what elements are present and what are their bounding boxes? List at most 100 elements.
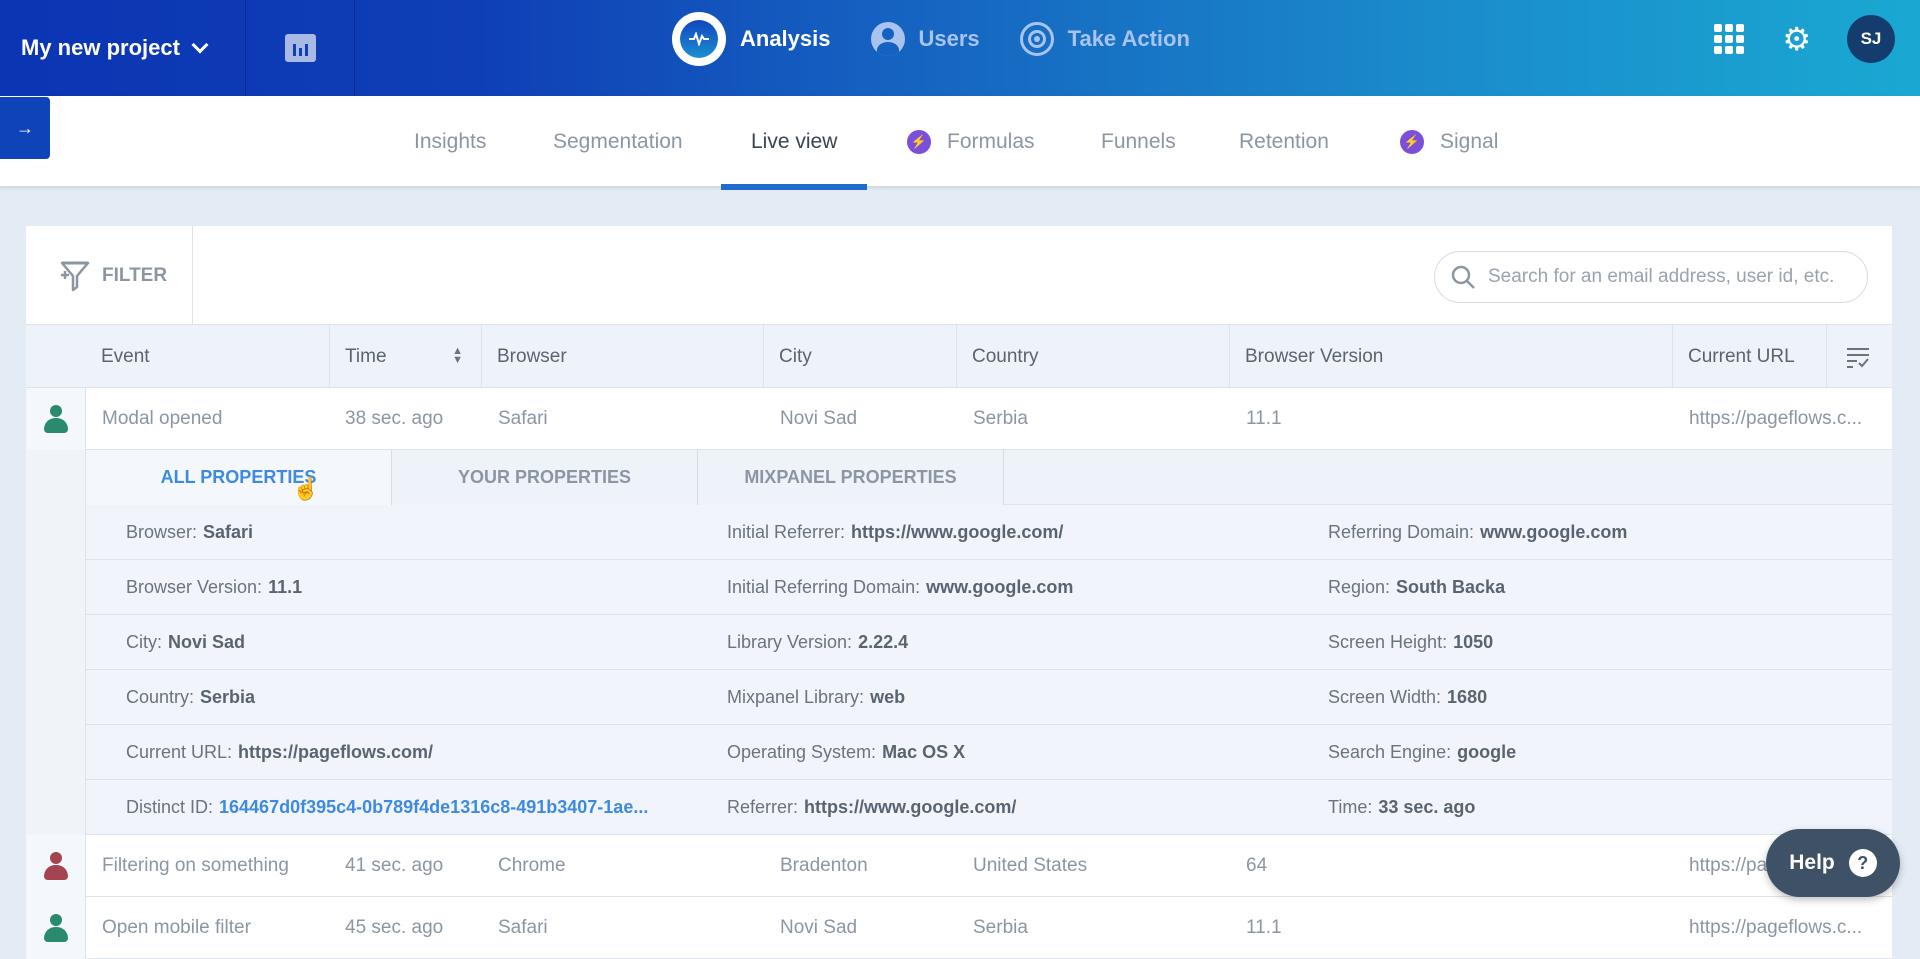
cell-browser: Safari — [498, 408, 548, 429]
nav-take-action-label: Take Action — [1067, 26, 1190, 51]
property-item: Current URL: https://pageflows.com/ — [126, 725, 433, 780]
tab-your-properties[interactable]: YOUR PROPERTIES — [392, 450, 698, 505]
property-item: Library Version: 2.22.4 — [727, 615, 908, 670]
column-browser[interactable]: Browser — [481, 325, 763, 388]
cell-url: https://pageflows.c... — [1689, 408, 1863, 429]
nav-users[interactable]: Users — [870, 22, 980, 56]
column-time[interactable]: Time ▲ ▼ — [329, 325, 481, 388]
property-item: Referrer: https://www.google.com/ — [727, 780, 1016, 835]
property-key: Search Engine: — [1328, 742, 1452, 762]
tab-signal[interactable]: ⚡ Signal — [1400, 96, 1498, 188]
property-item: Screen Height: 1050 — [1328, 615, 1493, 670]
properties-tabs: ALL PROPERTIES YOUR PROPERTIES MIXPANEL … — [86, 450, 1892, 505]
apps-grid-icon[interactable] — [1714, 24, 1745, 54]
property-item: Mixpanel Library: web — [727, 670, 905, 725]
column-current-url[interactable]: Current URL — [1672, 325, 1826, 388]
table-row[interactable]: Modal opened 38 sec. ago Safari Novi Sad… — [26, 388, 1892, 450]
cell-time: 38 sec. ago — [345, 408, 444, 429]
help-label: Help — [1789, 851, 1835, 874]
nav-take-action[interactable]: Take Action — [1019, 22, 1190, 56]
tab-all-properties[interactable]: ALL PROPERTIES — [86, 450, 392, 505]
property-value: www.google.com — [926, 577, 1074, 597]
filter-label: FILTER — [102, 264, 168, 286]
property-key: Mixpanel Library: — [727, 687, 865, 707]
property-row: Distinct ID: 164467d0f395c4-0b789f4de1316… — [86, 780, 1892, 835]
tab-formulas[interactable]: ⚡ Formulas — [907, 96, 1035, 188]
property-item: Browser: Safari — [126, 505, 253, 560]
table-header: Event Time ▲ ▼ Browser City Country Browse… — [26, 325, 1892, 388]
property-key: Referrer: — [727, 797, 799, 817]
nav-analysis-label: Analysis — [740, 26, 831, 51]
search-input[interactable] — [1488, 266, 1858, 288]
property-item: Region: South Backa — [1328, 560, 1505, 615]
property-value: South Backa — [1396, 577, 1506, 597]
tab-label: Segmentation — [553, 130, 683, 153]
question-icon: ? — [1848, 849, 1877, 877]
tab-funnels[interactable]: Funnels — [1101, 96, 1176, 188]
property-key: Browser Version: — [126, 577, 263, 597]
property-key: Country: — [126, 687, 195, 707]
user-avatar[interactable] — [26, 835, 86, 897]
help-button[interactable]: Help ? — [1766, 829, 1900, 897]
property-key: Time: — [1328, 797, 1373, 817]
table-row[interactable]: Filtering on something 41 sec. ago Chrom… — [26, 835, 1892, 897]
property-value: Serbia — [200, 687, 256, 707]
column-label: Browser — [497, 345, 567, 367]
column-browser-version[interactable]: Browser Version — [1229, 325, 1672, 388]
property-value: 11.1 — [268, 577, 303, 597]
tab-retention[interactable]: Retention — [1239, 96, 1329, 188]
filter-button[interactable]: FILTER — [26, 226, 193, 325]
property-key: Screen Width: — [1328, 687, 1442, 707]
nav-users-label: Users — [918, 26, 980, 51]
property-row: City: Novi Sad Library Version: 2.22.4 Scree… — [86, 615, 1892, 670]
sort-icon[interactable]: ▲ ▼ — [452, 346, 463, 366]
tab-segmentation[interactable]: Segmentation — [553, 96, 683, 188]
user-icon — [43, 405, 68, 433]
lightning-icon: ⚡ — [907, 130, 931, 154]
cell-browser: Chrome — [498, 855, 566, 876]
column-city[interactable]: City — [763, 325, 956, 388]
property-value: 1680 — [1447, 687, 1488, 707]
column-list-icon — [1847, 347, 1869, 368]
property-key: Region: — [1328, 577, 1391, 597]
cell-browser-version: 11.1 — [1246, 917, 1282, 938]
live-view-panel: FILTER Event Time ▲▼ Browser City Country… — [26, 226, 1892, 959]
property-key: Initial Referring Domain: — [727, 577, 921, 597]
table-row[interactable]: Open mobile filter 45 sec. ago Safari No… — [26, 897, 1892, 959]
column-event[interactable]: Event — [86, 325, 355, 388]
property-key: Screen Height: — [1328, 632, 1448, 652]
property-key: Library Version: — [727, 632, 853, 652]
cell-country: Serbia — [973, 408, 1028, 429]
property-value: https://www.google.com/ — [804, 797, 1017, 817]
property-key: Operating System: — [727, 742, 877, 762]
property-item: Initial Referring Domain: www.google.com — [727, 560, 1073, 615]
gear-icon[interactable]: ⚙ — [1782, 23, 1811, 55]
reports-button[interactable] — [247, 0, 355, 96]
project-selector[interactable]: My new project — [0, 0, 246, 96]
property-value-link[interactable]: 164467d0f395c4-0b789f4de1316c8-491b3407-… — [219, 797, 648, 818]
property-item: Browser Version: 11.1 — [126, 560, 302, 615]
column-label: Country — [972, 345, 1039, 367]
avatar[interactable]: SJ — [1847, 15, 1895, 63]
tab-label: Funnels — [1101, 130, 1176, 153]
user-avatar[interactable] — [26, 388, 86, 450]
tab-insights[interactable]: Insights — [414, 96, 486, 188]
property-value: google — [1457, 742, 1517, 762]
tab-live-view[interactable]: Live view — [720, 96, 868, 190]
column-label: Event — [101, 345, 150, 367]
nav-analysis[interactable]: Analysis — [672, 12, 831, 66]
user-icon — [43, 852, 68, 880]
property-item: Country: Serbia — [126, 670, 255, 725]
column-country[interactable]: Country — [956, 325, 1229, 388]
cell-city: Bradenton — [780, 855, 868, 876]
cell-country: Serbia — [973, 917, 1028, 938]
property-value: 33 sec. ago — [1378, 797, 1476, 817]
column-settings-button[interactable] — [1826, 325, 1892, 388]
tab-mixpanel-properties[interactable]: MIXPANEL PROPERTIES — [698, 450, 1004, 505]
user-avatar[interactable] — [26, 897, 86, 959]
event-properties-panel: ALL PROPERTIES YOUR PROPERTIES MIXPANEL … — [26, 450, 1892, 835]
property-key: Browser: — [126, 522, 198, 542]
property-value: https://www.google.com/ — [851, 522, 1064, 542]
cell-browser: Safari — [498, 917, 548, 938]
search-box[interactable] — [1434, 251, 1868, 303]
